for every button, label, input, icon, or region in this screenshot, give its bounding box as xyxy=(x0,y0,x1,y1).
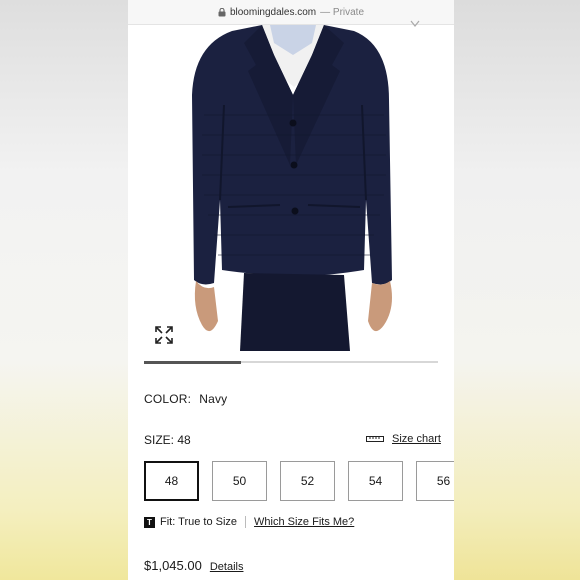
jacket-button xyxy=(289,119,297,127)
size-options: 48 50 52 54 56 xyxy=(144,461,454,501)
expand-icon[interactable] xyxy=(154,325,174,345)
left-hand xyxy=(194,281,218,332)
size-option[interactable]: 52 xyxy=(280,461,335,501)
color-selector-label: COLOR: Navy xyxy=(144,392,227,406)
color-value: Navy xyxy=(199,392,228,406)
background-left xyxy=(0,0,128,580)
trousers xyxy=(240,273,350,351)
details-link[interactable]: Details xyxy=(210,561,244,573)
fit-label: Fit: True to Size xyxy=(160,516,238,528)
jacket-button xyxy=(290,161,298,169)
true-fit-icon: T xyxy=(144,516,155,528)
ruler-icon xyxy=(366,436,384,442)
background-right xyxy=(454,0,580,580)
private-mode-label: — Private xyxy=(320,6,365,18)
jacket-button xyxy=(291,207,299,215)
color-label: COLOR: xyxy=(144,392,192,406)
size-chart-label[interactable]: Size chart xyxy=(392,433,441,445)
lock-icon xyxy=(218,7,226,16)
image-carousel-progress xyxy=(144,360,438,364)
size-option[interactable]: 54 xyxy=(348,461,403,501)
browser-address-bar[interactable]: bloomingdales.com — Private xyxy=(128,0,454,25)
chevron-down-icon[interactable] xyxy=(410,20,420,28)
size-chart-link[interactable]: Size chart xyxy=(366,433,441,445)
price: $1,045.00 xyxy=(144,558,202,573)
product-image[interactable] xyxy=(184,25,399,351)
size-option[interactable]: 48 xyxy=(144,461,199,501)
fit-info: T Fit: True to Size Which Size Fits Me? xyxy=(144,516,354,528)
image-carousel-progress-fill xyxy=(144,360,242,364)
phone-screen: bloomingdales.com — Private COLOR: Navy … xyxy=(128,0,454,580)
url-domain: bloomingdales.com xyxy=(229,6,317,18)
size-label: SIZE: 48 xyxy=(144,433,191,447)
price-row: $1,045.00 Details xyxy=(144,558,243,573)
right-hand xyxy=(368,281,392,332)
size-option[interactable]: 56 xyxy=(416,461,454,501)
divider xyxy=(245,516,247,528)
which-size-fits-link[interactable]: Which Size Fits Me? xyxy=(254,516,354,528)
size-option[interactable]: 50 xyxy=(212,461,267,501)
